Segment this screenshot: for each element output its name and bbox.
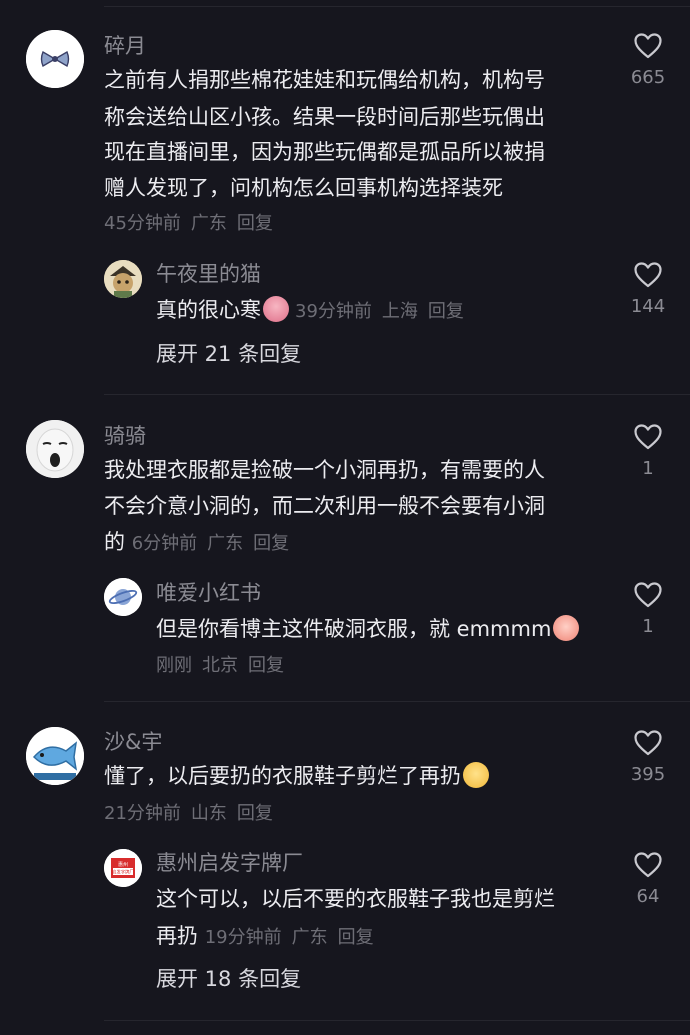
peach-face-emoji: [553, 615, 580, 641]
reply-meta: 39分钟前 上海 回复: [295, 301, 464, 322]
like-count: 64: [636, 886, 660, 907]
like-count: 395: [630, 764, 666, 785]
reply-text: 真的很心寒: [156, 298, 261, 322]
avatar[interactable]: [26, 420, 84, 478]
comment-meta: 45分钟前 广东 回复: [104, 211, 273, 237]
comment-location: 山东: [190, 803, 227, 824]
reply-button[interactable]: 回复: [237, 803, 273, 824]
reply-location: 北京: [202, 655, 238, 676]
reply-location: 广东: [291, 927, 328, 948]
reply-button[interactable]: 回复: [428, 301, 464, 322]
face-avatar-icon: [26, 420, 84, 478]
reply-text-row: 真的很心寒 39分钟前 上海 回复: [156, 292, 464, 330]
reply-text-row: 再扔 19分钟前 广东 回复: [156, 918, 374, 956]
reply-text-line: 再扔: [156, 924, 198, 948]
divider: [104, 701, 690, 702]
cat-face-emoji: [463, 762, 489, 788]
comment-text-line: 称会送给山区小孩。结果一段时间后那些玩偶出: [104, 105, 545, 129]
heart-outline-icon: [634, 33, 662, 59]
comment-text-line: 我处理衣服都是捡破一个小洞再扔，有需要的人: [104, 458, 545, 482]
reply-time: 19分钟前: [204, 927, 282, 948]
comment-text-row: 懂了，以后要扔的衣服鞋子剪烂了再扔: [104, 758, 495, 794]
like-count: 1: [642, 458, 654, 479]
like-count: 144: [630, 296, 666, 317]
heart-outline-icon: [634, 424, 662, 450]
reply-text: 但是你看博主这件破洞衣服，就 emmmm: [156, 617, 552, 641]
comment-page: 碎月 之前有人捐那些棉花娃娃和玩偶给机构，机构号 称会送给山区小孩。结果一段时间…: [0, 0, 690, 1035]
heart-outline-icon: [634, 852, 662, 878]
avatar[interactable]: [26, 727, 84, 785]
comment-text-line: 之前有人捐那些棉花娃娃和玩偶给机构，机构号: [104, 68, 545, 92]
divider: [104, 6, 690, 7]
comment-text-row: 的 6分钟前 广东 回复: [104, 524, 289, 562]
reply-button[interactable]: 回复: [253, 533, 289, 554]
reply-button[interactable]: 回复: [248, 655, 284, 676]
comment-text-line: 的: [104, 530, 125, 554]
like-count: 665: [630, 67, 666, 88]
comment-time: 21分钟前: [104, 803, 181, 824]
avatar[interactable]: [26, 30, 84, 88]
like-button[interactable]: 395: [618, 730, 678, 786]
comment-username[interactable]: 碎月: [104, 33, 146, 59]
comment-text-line: 不会介意小洞的，而二次利用一般不会要有小洞: [104, 494, 545, 518]
reply-time: 刚刚: [156, 655, 192, 676]
reply-button[interactable]: 回复: [237, 213, 273, 234]
reply-username[interactable]: 午夜里的猫: [156, 261, 261, 287]
expand-replies-button[interactable]: 展开 21 条回复: [156, 340, 301, 368]
svg-text:启发字牌厂: 启发字牌厂: [112, 869, 134, 876]
divider: [104, 394, 690, 395]
reply-button[interactable]: 回复: [338, 927, 374, 948]
reply-username[interactable]: 唯爱小红书: [156, 580, 261, 606]
comment-meta: 21分钟前 山东 回复: [104, 801, 273, 827]
comment-location: 广东: [190, 213, 227, 234]
like-button[interactable]: 144: [618, 262, 678, 318]
divider: [104, 1020, 690, 1021]
avatar[interactable]: 惠州 启发字牌厂: [104, 849, 142, 887]
heart-outline-icon: [634, 582, 662, 608]
reply-location: 上海: [381, 301, 418, 322]
shop-logo-avatar-icon: 惠州 启发字牌厂: [104, 849, 142, 887]
comment-username[interactable]: 骑骑: [104, 423, 146, 449]
comment-text-line: 懂了，以后要扔的衣服鞋子剪烂了再扔: [104, 764, 461, 788]
comment-time: 45分钟前: [104, 213, 181, 234]
avatar[interactable]: [104, 578, 142, 616]
like-button[interactable]: 64: [618, 852, 678, 908]
avatar[interactable]: [104, 260, 142, 298]
bow-avatar-icon: [26, 30, 84, 88]
like-button[interactable]: 665: [618, 33, 678, 89]
reply-username[interactable]: 惠州启发字牌厂: [156, 850, 303, 876]
expand-replies-button[interactable]: 展开 18 条回复: [156, 965, 301, 993]
fish-avatar-icon: [26, 727, 84, 785]
comment-time: 6分钟前: [131, 533, 198, 554]
comment-username[interactable]: 沙&宇: [104, 729, 162, 755]
heart-outline-icon: [634, 730, 662, 756]
comment-location: 广东: [207, 533, 244, 554]
like-button[interactable]: 1: [618, 582, 678, 638]
comment-meta: 6分钟前 广东 回复: [132, 533, 289, 554]
reply-text-line: 这个可以，以后不要的衣服鞋子我也是剪烂: [156, 887, 555, 911]
reply-text-row: 但是你看博主这件破洞衣服，就 emmmm: [156, 611, 585, 647]
heart-outline-icon: [634, 262, 662, 288]
reply-meta: 19分钟前 广东 回复: [205, 927, 374, 948]
comment-text-line: 现在直播间里，因为那些玩偶都是孤品所以被捐: [104, 140, 545, 164]
cold-face-emoji: [263, 296, 289, 322]
comment-text-line: 赠人发现了，问机构怎么回事机构选择装死: [104, 176, 503, 200]
planet-avatar-icon: [104, 578, 142, 616]
cat-pirate-avatar-icon: [104, 260, 142, 298]
like-count: 1: [642, 616, 654, 637]
like-button[interactable]: 1: [618, 424, 678, 480]
reply-meta: 刚刚 北京 回复: [156, 653, 284, 679]
reply-time: 39分钟前: [295, 301, 372, 322]
svg-text:惠州: 惠州: [118, 861, 128, 868]
